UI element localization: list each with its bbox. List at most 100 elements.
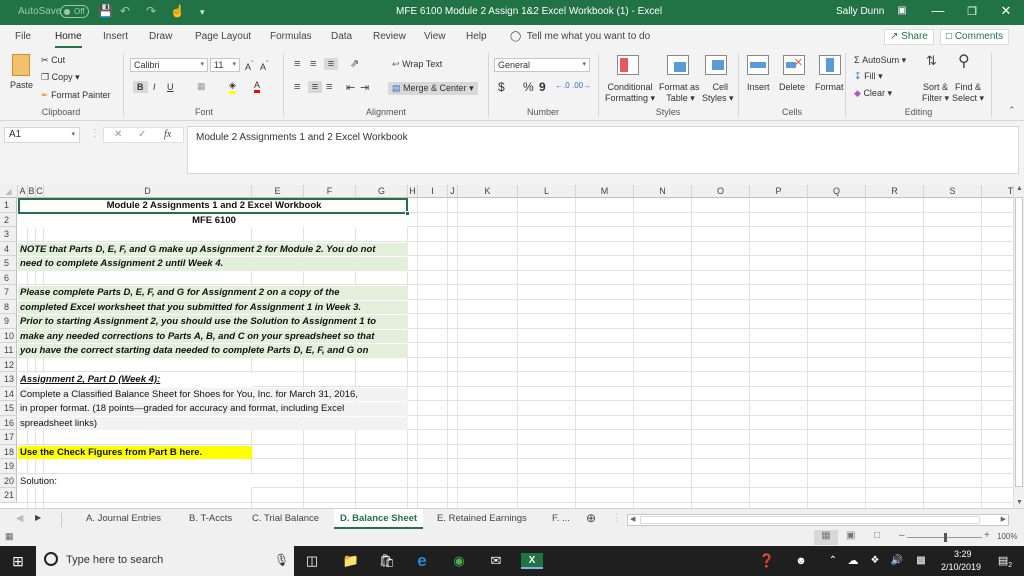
autosave-toggle[interactable]: Off bbox=[60, 5, 89, 18]
user-name[interactable]: Sally Dunn bbox=[836, 6, 884, 17]
cell-d15[interactable]: in proper format. (18 points—graded for … bbox=[18, 402, 408, 416]
fill-handle[interactable] bbox=[405, 210, 410, 216]
cell-d14[interactable]: Complete a Classified Balance Sheet for … bbox=[18, 387, 408, 401]
cell-d4[interactable]: NOTE that Parts D, E, F, and G make up A… bbox=[18, 242, 408, 256]
insert-cells-icon[interactable] bbox=[747, 55, 769, 75]
row-header-21[interactable]: 21 bbox=[0, 488, 17, 503]
tab-help[interactable]: Help bbox=[466, 31, 487, 42]
scroll-left-icon[interactable]: ◀ bbox=[630, 515, 635, 523]
column-header-b[interactable]: B bbox=[28, 185, 36, 198]
format-button[interactable]: Format bbox=[815, 82, 844, 92]
action-center-icon[interactable]: ▤2 bbox=[996, 553, 1014, 569]
font-color-icon[interactable]: A bbox=[254, 80, 261, 93]
tab-formulas[interactable]: Formulas bbox=[270, 31, 312, 42]
comma-button[interactable]: 9 bbox=[539, 80, 546, 94]
align-bottom-icon[interactable]: ≡ bbox=[324, 58, 338, 70]
tab-file[interactable]: File bbox=[15, 31, 31, 42]
cell-d16[interactable]: spreadsheet links) bbox=[18, 416, 408, 430]
comments-button[interactable]: □ Comments bbox=[940, 29, 1010, 45]
tell-me-search[interactable]: ◯ Tell me what you want to do bbox=[510, 31, 650, 42]
format-as-table-icon[interactable] bbox=[667, 55, 689, 75]
decrease-decimal-icon[interactable]: .00→ bbox=[572, 81, 591, 90]
sheet-tab-retained-earnings[interactable]: E. Retained Earnings bbox=[437, 513, 527, 524]
edge-icon[interactable]: e bbox=[413, 552, 431, 569]
conditional-formatting-button[interactable]: Conditional Formatting ▾ bbox=[605, 82, 655, 104]
vertical-scrollbar[interactable]: ▲ ▼ bbox=[1013, 185, 1024, 508]
increase-decimal-icon[interactable]: ←.0 bbox=[555, 81, 570, 90]
page-layout-view-icon[interactable]: ▣ bbox=[846, 530, 855, 541]
scroll-down-icon[interactable]: ▼ bbox=[1016, 499, 1023, 506]
tab-insert[interactable]: Insert bbox=[103, 31, 128, 42]
name-box[interactable]: A1 ▾ bbox=[4, 127, 80, 143]
spreadsheet-grid[interactable]: ◢ABCDEFGHIJKLMNOPQRSTUV12345678910111213… bbox=[0, 185, 1013, 508]
column-header-s[interactable]: S bbox=[924, 185, 982, 198]
font-name-select[interactable]: Calibri ▾ bbox=[130, 58, 208, 72]
column-header-m[interactable]: M bbox=[576, 185, 634, 198]
column-header-d[interactable]: D bbox=[44, 185, 252, 198]
restore-icon[interactable]: ❐ bbox=[962, 5, 982, 18]
microphone-icon[interactable]: 🎙 bbox=[274, 553, 289, 567]
zoom-slider-thumb[interactable] bbox=[943, 533, 947, 542]
save-icon[interactable]: 💾 bbox=[98, 4, 113, 18]
column-header-r[interactable]: R bbox=[866, 185, 924, 198]
column-header-i[interactable]: I bbox=[418, 185, 448, 198]
zoom-in-button[interactable]: + bbox=[984, 530, 990, 541]
chrome-icon[interactable]: ◉ bbox=[450, 553, 468, 569]
sheet-tab-more[interactable]: F. ... bbox=[552, 513, 570, 524]
next-sheet-icon[interactable]: ▶ bbox=[35, 513, 41, 522]
row-header-20[interactable]: 20 bbox=[0, 473, 17, 488]
row-header-6[interactable]: 6 bbox=[0, 270, 17, 285]
row-header-19[interactable]: 19 bbox=[0, 459, 17, 474]
conditional-formatting-icon[interactable] bbox=[617, 55, 639, 75]
tab-data[interactable]: Data bbox=[331, 31, 352, 42]
align-middle-icon[interactable]: ≡ bbox=[310, 58, 316, 70]
redo-icon[interactable]: ↷ bbox=[146, 4, 156, 18]
format-cells-icon[interactable] bbox=[819, 55, 841, 75]
merge-center-button[interactable]: ▤ Merge & Center ▾ bbox=[388, 82, 478, 95]
touch-mode-icon[interactable]: ☝ bbox=[170, 4, 185, 18]
currency-button[interactable]: $ bbox=[498, 80, 505, 94]
cut-button[interactable]: ✂ Cut bbox=[41, 55, 65, 66]
cancel-icon[interactable]: ✕ bbox=[114, 129, 122, 140]
row-header-11[interactable]: 11 bbox=[0, 343, 17, 358]
percent-button[interactable]: % bbox=[523, 80, 534, 94]
tab-review[interactable]: Review bbox=[373, 31, 406, 42]
onedrive-icon[interactable]: ☁ bbox=[844, 553, 862, 569]
cell-d2[interactable]: MFE 6100 bbox=[18, 213, 408, 227]
format-painter-button[interactable]: ✒ Format Painter bbox=[41, 90, 111, 101]
underline-button[interactable]: U bbox=[167, 82, 174, 92]
tab-view[interactable]: View bbox=[424, 31, 446, 42]
sheet-tab-journal-entries[interactable]: A. Journal Entries bbox=[86, 513, 161, 524]
volume-icon[interactable]: 🔊 bbox=[888, 553, 906, 569]
customize-qat-icon[interactable]: ▾ bbox=[200, 7, 205, 18]
cell-d20[interactable]: Solution: bbox=[18, 474, 252, 488]
column-header-k[interactable]: K bbox=[458, 185, 518, 198]
column-header-n[interactable]: N bbox=[634, 185, 692, 198]
row-header-7[interactable]: 7 bbox=[0, 285, 17, 300]
dropbox-icon[interactable]: ❖ bbox=[866, 553, 884, 569]
tab-page-layout[interactable]: Page Layout bbox=[195, 31, 251, 42]
column-header-f[interactable]: F bbox=[304, 185, 356, 198]
row-header-16[interactable]: 16 bbox=[0, 415, 17, 430]
sheet-tab-t-accts[interactable]: B. T-Accts bbox=[189, 513, 232, 524]
scroll-right-icon[interactable]: ▶ bbox=[1001, 515, 1006, 523]
column-header-j[interactable]: J bbox=[448, 185, 458, 198]
tab-split-handle[interactable]: ⋮ bbox=[612, 513, 622, 524]
column-header-t[interactable]: T bbox=[982, 185, 1013, 198]
cell-d13[interactable]: Assignment 2, Part D (Week 4): bbox=[18, 373, 252, 387]
sort-filter-button[interactable]: Sort & Filter ▾ bbox=[922, 82, 949, 104]
row-header-2[interactable]: 2 bbox=[0, 212, 17, 227]
cell-d5[interactable]: need to complete Assignment 2 until Week… bbox=[18, 257, 408, 271]
paste-icon[interactable] bbox=[12, 54, 30, 76]
row-header-14[interactable]: 14 bbox=[0, 386, 17, 401]
column-header-a[interactable]: A bbox=[18, 185, 28, 198]
fill-color-icon[interactable]: ◈ bbox=[229, 80, 236, 94]
column-header-h[interactable]: H bbox=[408, 185, 418, 198]
paste-button[interactable]: Paste bbox=[10, 80, 33, 90]
zoom-level[interactable]: 100% bbox=[997, 532, 1017, 541]
cell-d7[interactable]: Please complete Parts D, E, F, and G for… bbox=[18, 286, 408, 300]
normal-view-icon[interactable]: ▦ bbox=[814, 530, 838, 545]
align-left-icon[interactable]: ≡ bbox=[294, 81, 300, 93]
tab-draw[interactable]: Draw bbox=[149, 31, 172, 42]
row-header-13[interactable]: 13 bbox=[0, 372, 17, 387]
